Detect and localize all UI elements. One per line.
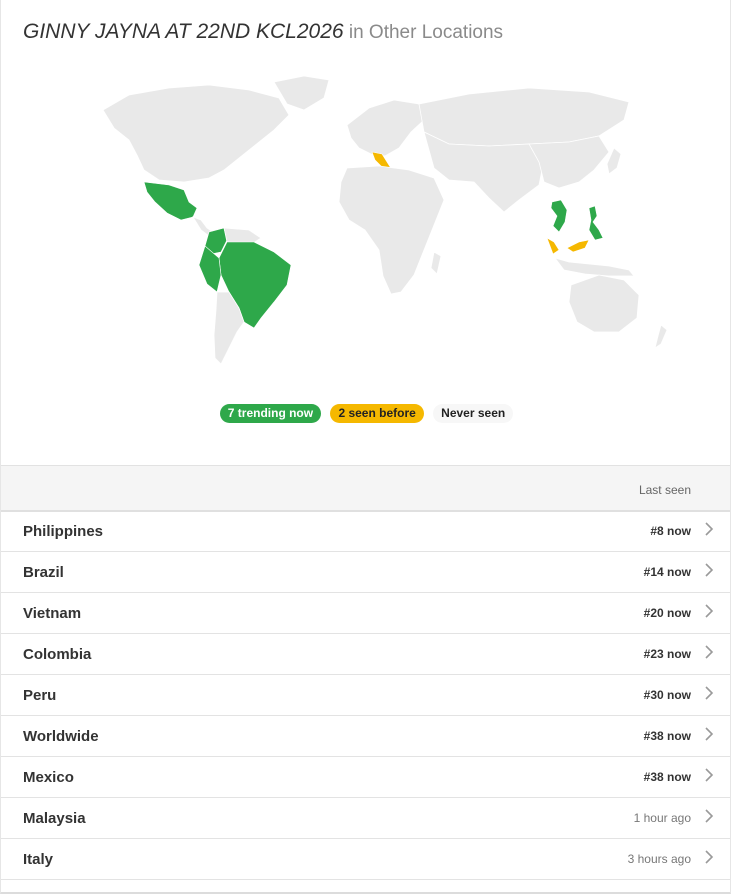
location-last-seen: 1 hour ago [633, 811, 691, 825]
location-last-seen: 3 hours ago [627, 852, 691, 866]
location-name: Worldwide [23, 728, 99, 745]
map-legend: 7 trending now 2 seen before Never seen [1, 404, 731, 423]
location-last-seen: #38 now [643, 770, 691, 784]
legend-never-seen: Never seen [433, 404, 514, 423]
location-name: Mexico [23, 769, 74, 786]
map-madagascar [430, 251, 442, 275]
world-map-svg [102, 75, 668, 365]
world-map [89, 70, 679, 370]
chevron-right-icon [705, 645, 714, 659]
chevron-right-icon [705, 604, 714, 618]
map-africa [338, 165, 445, 295]
location-last-seen: #23 now [643, 647, 691, 661]
page-title: GINNY JAYNA AT 22ND KCL2026 in Other Loc… [23, 20, 503, 44]
location-last-seen: #38 now [643, 729, 691, 743]
map-new-zealand [654, 324, 668, 349]
chevron-right-icon [705, 809, 714, 823]
map-country-vietnam [550, 199, 568, 233]
location-name: Malaysia [23, 810, 86, 827]
location-last-seen: #20 now [643, 606, 691, 620]
location-row-philippines[interactable]: Philippines #8 now [1, 511, 730, 552]
chevron-right-icon [705, 686, 714, 700]
map-east-asia [528, 135, 610, 189]
chevron-right-icon [705, 850, 714, 864]
map-country-malaysia [546, 237, 590, 255]
map-country-mexico [143, 181, 198, 221]
column-header-last-seen: Last seen [638, 483, 691, 497]
trend-name: GINNY JAYNA AT 22ND KCL2026 [23, 20, 344, 43]
map-north-america [102, 84, 290, 183]
location-name: Brazil [23, 564, 64, 581]
location-name: Peru [23, 687, 57, 704]
table-header: Last seen [1, 465, 730, 512]
location-row-italy[interactable]: Italy 3 hours ago [1, 839, 730, 880]
location-name: Vietnam [23, 605, 82, 622]
map-country-philippines [588, 205, 604, 241]
location-row-mexico[interactable]: Mexico #38 now [1, 757, 730, 798]
map-europe [346, 99, 425, 157]
location-last-seen: #8 now [650, 524, 691, 538]
location-row-peru[interactable]: Peru #30 now [1, 675, 730, 716]
location-name: Philippines [23, 523, 104, 540]
legend-trending-now: 7 trending now [219, 404, 322, 423]
chevron-right-icon [705, 768, 714, 782]
location-row-malaysia[interactable]: Malaysia 1 hour ago [1, 798, 730, 839]
map-indonesia [553, 257, 635, 277]
location-row-vietnam[interactable]: Vietnam #20 now [1, 593, 730, 634]
trend-panel: GINNY JAYNA AT 22ND KCL2026 in Other Loc… [0, 0, 731, 894]
location-last-seen: #30 now [643, 688, 691, 702]
location-row-worldwide[interactable]: Worldwide #38 now [1, 716, 730, 757]
chevron-right-icon [705, 727, 714, 741]
map-australia [568, 274, 640, 333]
location-row-colombia[interactable]: Colombia #23 now [1, 634, 730, 675]
chevron-right-icon [705, 563, 714, 577]
location-list: Philippines #8 now Brazil #14 now Vietna… [1, 511, 730, 880]
location-row-brazil[interactable]: Brazil #14 now [1, 552, 730, 593]
legend-seen-before: 2 seen before [330, 404, 424, 423]
chevron-right-icon [705, 522, 714, 536]
title-suffix: in Other Locations [343, 22, 504, 43]
location-last-seen: #14 now [643, 565, 691, 579]
location-name: Italy [23, 851, 54, 868]
location-name: Colombia [23, 646, 92, 663]
